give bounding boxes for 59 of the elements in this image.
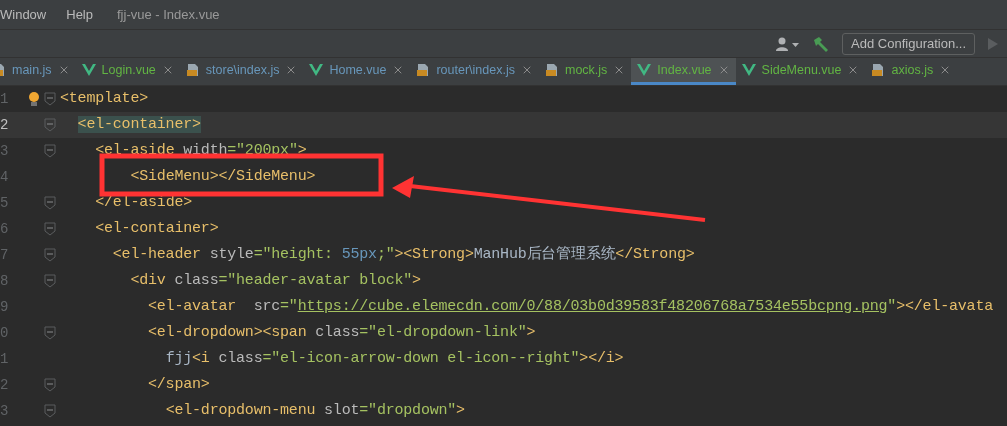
editor-tab[interactable]: store\index.js [179, 58, 304, 85]
line-number: 8 [0, 271, 10, 291]
file-icon [871, 63, 886, 77]
editor-tab[interactable]: Index.vue [631, 58, 736, 85]
code-line: <el-header style="height: 55px;"><Strong>ManHub后台管理系统</Strong> [111, 244, 695, 265]
editor-tab[interactable]: SideMenu.vue [735, 58, 866, 85]
add-configuration-button[interactable]: Add Configuration... [842, 32, 975, 55]
fold-marker-icon[interactable] [44, 404, 56, 418]
file-icon [416, 63, 431, 77]
code-line: <el-container> [94, 218, 219, 239]
editor-tab[interactable]: main.js [0, 58, 76, 85]
line-number: 6 [0, 219, 10, 239]
user-icon[interactable] [776, 36, 801, 51]
editor-tab[interactable]: axios.js [865, 58, 958, 85]
vue-logo-icon [741, 64, 756, 76]
line-number: 0 [0, 323, 10, 343]
line-number: 4 [0, 167, 10, 187]
fold-marker-icon[interactable] [44, 196, 56, 210]
line-number: 2 [0, 115, 10, 135]
line-number: 7 [0, 245, 10, 265]
line-number: 9 [0, 297, 10, 317]
line-number: 2 [0, 375, 10, 395]
fold-marker-icon[interactable] [44, 378, 56, 392]
editor-tab[interactable]: router\index.js [410, 58, 539, 85]
fold-marker-icon[interactable] [44, 326, 56, 340]
code-line: </span> [147, 374, 210, 395]
line-number: 1 [0, 349, 10, 369]
line-number: 3 [0, 401, 10, 421]
lightbulb-icon[interactable] [28, 91, 40, 107]
editor-tab[interactable]: mock.js [538, 58, 632, 85]
fold-marker-icon[interactable] [44, 144, 56, 158]
fold-marker-icon[interactable] [44, 92, 56, 106]
fold-marker-icon[interactable] [44, 118, 56, 132]
code-line: <SideMenu></SideMenu> [129, 166, 316, 187]
vue-logo-icon [637, 64, 652, 76]
file-icon [185, 63, 200, 77]
line-number: 3 [0, 141, 10, 161]
file-icon [544, 63, 559, 77]
code-line: fjj<i class="el-icon-arrow-down el-icon--right"></i> [164, 348, 624, 369]
code-line: </el-aside> [94, 192, 193, 213]
fold-marker-icon[interactable] [44, 222, 56, 236]
fold-marker-icon[interactable] [44, 248, 56, 262]
hammer-icon[interactable] [812, 35, 831, 52]
editor-tab[interactable]: Home.vue [303, 58, 411, 85]
vue-logo-icon [81, 64, 96, 76]
window-title: fjj-vue - Index.vue [117, 5, 220, 24]
run-icon[interactable] [987, 36, 999, 51]
code-line: <el-dropdown><span class="el-dropdown-link"> [147, 322, 536, 343]
line-number: 5 [0, 193, 10, 213]
code-line: <el-avatar src="https://cube.elemecdn.com/0/88/03b0d39583f48206768a7534e55bcpng.png"></el-avata [147, 296, 993, 317]
menu-item[interactable]: Window [0, 4, 63, 25]
code-line: <el-dropdown-menu slot="dropdown"> [164, 400, 465, 421]
code-line: <div class="header-avatar block"> [129, 270, 421, 291]
editor-tab[interactable]: Login.vue [75, 58, 180, 85]
vue-logo-icon [309, 64, 324, 76]
code-line: <template> [60, 88, 148, 109]
fold-marker-icon[interactable] [44, 274, 56, 288]
menu-item[interactable]: Help [62, 4, 117, 25]
line-number: 1 [0, 89, 10, 109]
